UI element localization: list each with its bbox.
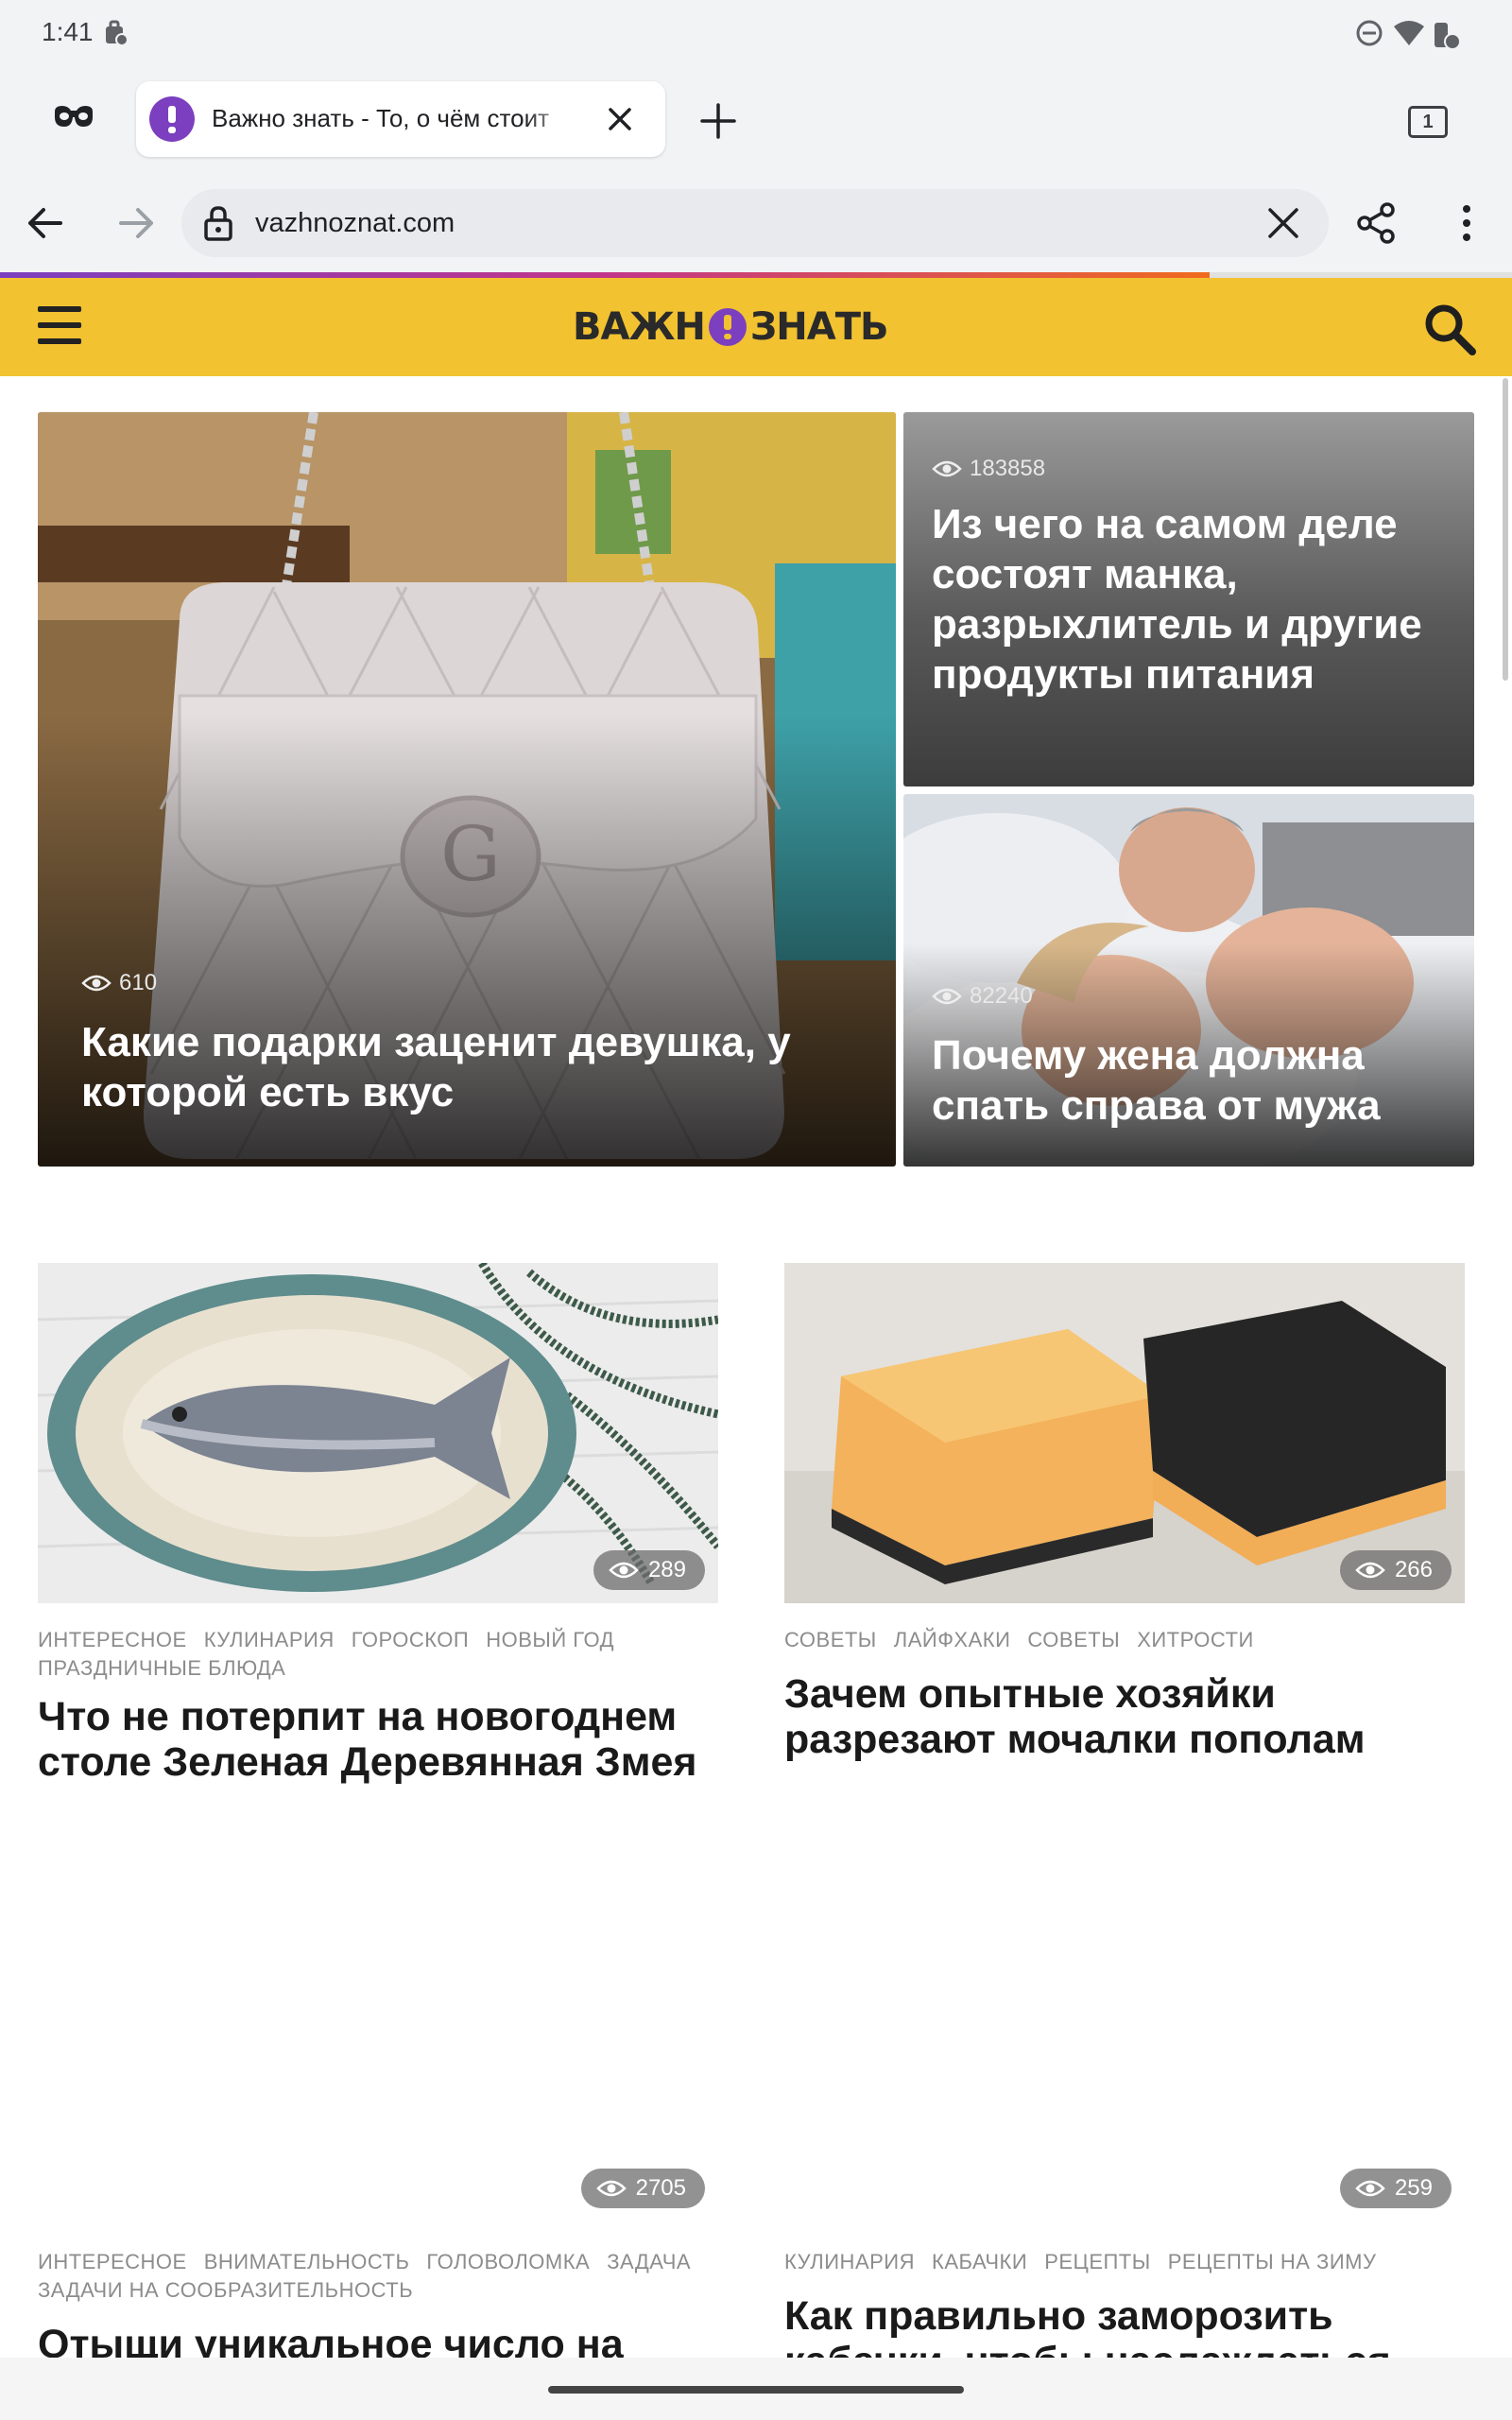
hero-title[interactable]: Почему жена должна спать справа от мужа <box>932 1030 1461 1131</box>
more-menu-icon[interactable] <box>1444 200 1489 246</box>
tag-link[interactable]: РЕЦЕПТЫ <box>1044 2248 1151 2276</box>
hero-views-count: 610 <box>119 970 158 995</box>
hero-card-top-right[interactable]: 183858 Из чего на самом деле состоят ман… <box>903 412 1474 786</box>
article-image[interactable]: 266 <box>784 1263 1465 1603</box>
article-tags: ИНТЕРЕСНОЕ ВНИМАТЕЛЬНОСТЬ ГОЛОВОЛОМКА ЗАДАЧ… <box>38 2248 718 2305</box>
tag-link[interactable]: КАБАЧКИ <box>932 2248 1027 2276</box>
views-badge: 2705 <box>580 2169 705 2208</box>
tag-link[interactable]: ХИТРОСТИ <box>1137 1626 1254 1654</box>
hero-views-count: 82240 <box>970 983 1033 1009</box>
hero-card-main[interactable]: G 610 Какие подарки заценит девушка, у к… <box>38 412 896 1167</box>
tab-close-icon[interactable] <box>603 102 637 136</box>
tab-title: Важно знать - То, о чём стоит <box>212 104 550 132</box>
clear-url-icon[interactable] <box>1264 204 1302 242</box>
article-title[interactable]: Что не потерпит на новогоднем столе Зеле… <box>38 1694 699 1785</box>
tag-link[interactable]: ВНИМАТЕЛЬНОСТЬ <box>204 2248 410 2276</box>
hero-views: 610 <box>81 970 157 996</box>
incognito-icon[interactable] <box>53 104 94 130</box>
tag-link[interactable]: КУЛИНАРИЯ <box>784 2248 915 2276</box>
tag-link[interactable]: РЕЦЕПТЫ НА ЗИМУ <box>1168 2248 1377 2276</box>
logo-exclamation-icon <box>708 308 747 346</box>
tag-link[interactable]: ИНТЕРЕСНОЕ <box>38 1626 187 1654</box>
tab-active[interactable]: Важно знать - То, о чём стоит <box>136 81 665 157</box>
views-count: 289 <box>647 1557 686 1582</box>
article-tags: ИНТЕРЕСНОЕ КУЛИНАРИЯ ГОРОСКОП НОВЫЙ ГОД ПРАЗ… <box>38 1626 718 1683</box>
hero-title[interactable]: Из чего на самом деле состоят манка, раз… <box>932 499 1461 700</box>
views-count: 259 <box>1394 2175 1433 2201</box>
share-icon[interactable] <box>1353 200 1399 246</box>
site-favicon-icon <box>149 96 195 142</box>
hero-views-count: 183858 <box>970 456 1046 481</box>
gesture-handle[interactable] <box>548 2386 964 2394</box>
tag-link[interactable]: ЛАЙФХАКИ <box>894 1626 1011 1654</box>
article-image[interactable]: 2705 <box>38 1885 718 2225</box>
hero-card-bottom-right[interactable]: 82240 Почему жена должна спать справа от… <box>903 794 1474 1167</box>
status-time: 1:41 <box>42 17 94 46</box>
page-scrollbar[interactable] <box>1503 378 1508 681</box>
do-not-disturb-icon <box>1356 20 1383 46</box>
tag-link[interactable]: СОВЕТЫ <box>784 1626 877 1654</box>
site-logo[interactable]: ВАЖН ЗНАТЬ <box>573 302 889 352</box>
work-profile-icon <box>106 20 129 46</box>
tag-link[interactable]: ЗАДАЧА <box>607 2248 691 2276</box>
logo-text-left: ВАЖН <box>573 305 706 349</box>
eye-icon <box>81 975 112 992</box>
tag-link[interactable]: ГОРОСКОП <box>352 1626 469 1654</box>
site-header: ВАЖН ЗНАТЬ <box>0 278 1512 376</box>
menu-icon[interactable] <box>38 306 81 344</box>
article-tags: КУЛИНАРИЯ КАБАЧКИ РЕЦЕПТЫ РЕЦЕПТЫ НА ЗИМУ <box>784 2248 1465 2276</box>
article-image[interactable]: 259 <box>784 1885 1465 2225</box>
address-bar[interactable]: vazhnoznat.com <box>181 189 1329 257</box>
eye-icon <box>1355 2180 1385 2197</box>
hero-views: 183858 <box>932 456 1045 482</box>
status-bar: 1:41 <box>0 0 1512 68</box>
tag-link[interactable]: КУЛИНАРИЯ <box>204 1626 335 1654</box>
eye-icon <box>595 2180 627 2197</box>
article-image[interactable]: 289 <box>38 1263 718 1603</box>
new-tab-icon[interactable] <box>699 102 737 140</box>
eye-icon <box>1355 1562 1385 1579</box>
tag-link[interactable]: ИНТЕРЕСНОЕ <box>38 2248 187 2276</box>
lock-icon[interactable] <box>202 204 234 242</box>
tag-link[interactable]: НОВЫЙ ГОД <box>486 1626 614 1654</box>
hero-title[interactable]: Какие подарки заценит девушка, у которой… <box>81 1017 866 1117</box>
eye-icon <box>609 1562 639 1579</box>
eye-icon <box>932 988 962 1005</box>
views-count: 266 <box>1394 1557 1433 1582</box>
views-count: 2705 <box>635 2175 686 2201</box>
tag-link[interactable]: ЗАДАЧИ НА СООБРАЗИТЕЛЬНОСТЬ <box>38 2276 413 2305</box>
tab-switcher-button[interactable]: 1 <box>1408 106 1448 138</box>
battery-work-icon <box>1435 23 1461 50</box>
forward-icon[interactable] <box>113 200 159 246</box>
views-badge: 259 <box>1339 2169 1452 2208</box>
hero-views: 82240 <box>932 983 1033 1010</box>
article-title[interactable]: Зачем опытные хозяйки разрезают мочалки … <box>784 1671 1446 1762</box>
logo-text-right: ЗНАТЬ <box>749 305 889 349</box>
browser-toolbar: vazhnoznat.com <box>0 172 1512 274</box>
tag-link[interactable]: ГОЛОВОЛОМКА <box>426 2248 590 2276</box>
eye-icon <box>932 460 962 477</box>
url-text[interactable]: vazhnoznat.com <box>255 208 455 239</box>
back-icon[interactable] <box>23 200 68 246</box>
article-tags: СОВЕТЫ ЛАЙФХАКИ СОВЕТЫ ХИТРОСТИ <box>784 1626 1465 1654</box>
views-badge: 266 <box>1339 1550 1452 1590</box>
views-badge: 289 <box>593 1550 705 1590</box>
tag-link[interactable]: СОВЕТЫ <box>1027 1626 1120 1654</box>
tab-strip: Важно знать - То, о чём стоит 1 <box>0 68 1512 172</box>
wifi-icon <box>1394 21 1424 45</box>
search-icon[interactable] <box>1421 301 1478 357</box>
tag-link[interactable]: ПРАЗДНИЧНЫЕ БЛЮДА <box>38 1654 285 1683</box>
